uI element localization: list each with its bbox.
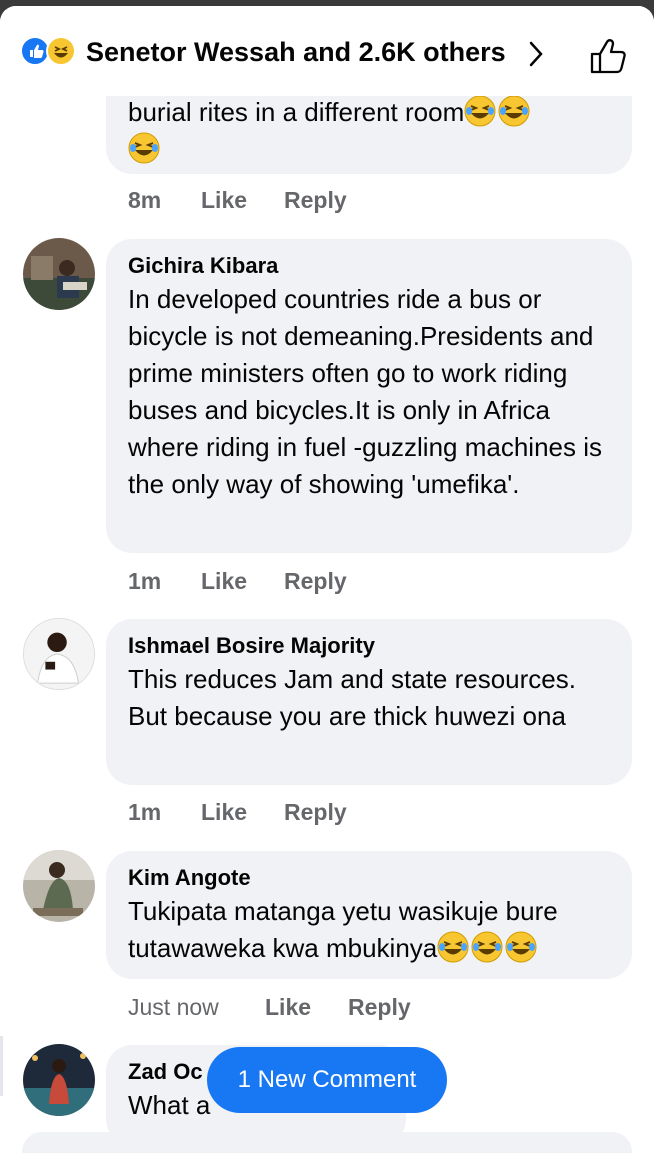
thread-line (0, 1036, 3, 1096)
reply-button[interactable]: Reply (348, 992, 411, 1022)
comment-meta: Just now Like Reply (128, 992, 411, 1022)
comment-meta: 1m Like Reply (128, 797, 347, 827)
comment-author[interactable]: Ishmael Bosire Majority (128, 631, 610, 661)
avatar[interactable] (23, 1044, 95, 1116)
reactions-header[interactable]: Senetor Wessah and 2.6K others (0, 6, 654, 96)
laughing-emoji-icon (464, 95, 496, 127)
reactions-summary[interactable]: Senetor Wessah and 2.6K others (86, 36, 506, 68)
comment-meta: 8m Like Reply (128, 185, 347, 215)
comment-composer[interactable] (22, 1132, 632, 1153)
comment-time: Just now (128, 994, 219, 1020)
comment-bubble[interactable]: Kim Angote Tukipata matanga yetu wasikuj… (106, 851, 632, 979)
like-button[interactable]: Like (265, 992, 348, 1022)
like-button[interactable]: Like (201, 566, 284, 596)
laughing-emoji-icon (505, 931, 537, 963)
reply-button[interactable]: Reply (284, 797, 347, 827)
comment-bubble[interactable]: Ishmael Bosire Majority This reduces Jam… (106, 619, 632, 785)
chevron-right-icon[interactable] (526, 40, 546, 68)
laughing-emoji-icon (128, 132, 160, 164)
comment-time: 1m (128, 799, 162, 825)
reaction-icons (20, 36, 80, 68)
like-thumb-icon[interactable] (586, 34, 630, 78)
reply-button[interactable]: Reply (284, 185, 347, 215)
laughing-emoji-icon (437, 931, 469, 963)
new-comment-button[interactable]: 1 New Comment (207, 1047, 447, 1113)
comments-sheet: Senetor Wessah and 2.6K others burial ri… (0, 6, 654, 1153)
comment-bubble[interactable]: Gichira Kibara In developed countries ri… (106, 239, 632, 553)
avatar[interactable] (23, 850, 95, 922)
laughing-emoji-icon (498, 95, 530, 127)
avatar[interactable] (23, 238, 95, 310)
comment-author[interactable]: Gichira Kibara (128, 251, 610, 281)
comment-text: In developed countries ride a bus or bic… (128, 284, 603, 499)
comment-text: burial rites in a different room (128, 97, 465, 127)
comment-time: 8m (128, 187, 162, 213)
comment-author[interactable]: Kim Angote (128, 863, 610, 893)
avatar[interactable] (23, 618, 95, 690)
comment-time: 1m (128, 568, 162, 594)
comment-text: This reduces Jam and state resources. Bu… (128, 664, 576, 731)
comment-meta: 1m Like Reply (128, 566, 347, 596)
reply-button[interactable]: Reply (284, 566, 347, 596)
haha-reaction-icon (46, 36, 76, 66)
laughing-emoji-icon (471, 931, 503, 963)
like-button[interactable]: Like (201, 797, 284, 827)
like-button[interactable]: Like (201, 185, 284, 215)
